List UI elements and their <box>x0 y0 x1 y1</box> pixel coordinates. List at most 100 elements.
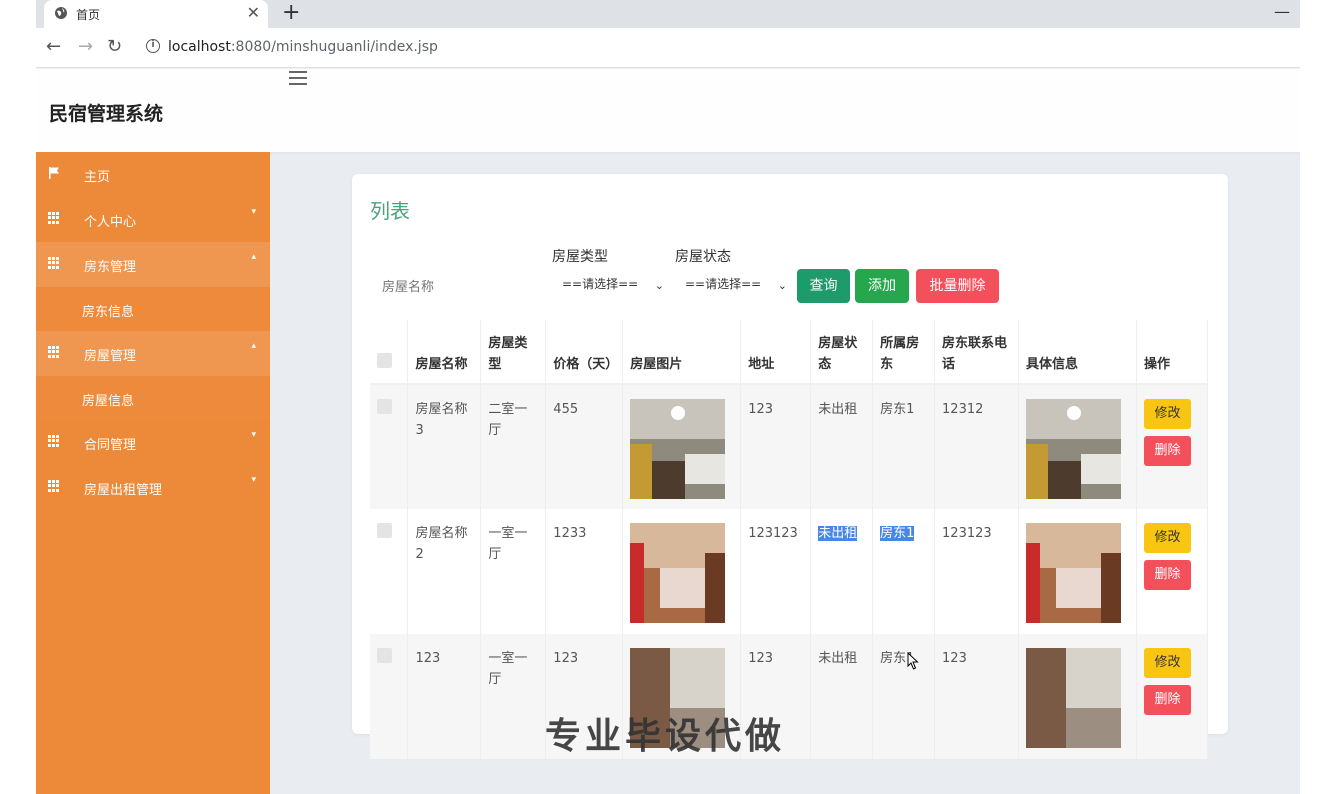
sidebar-item-label: 合同管理 <box>84 438 137 453</box>
selected-text: 未出租 <box>818 526 858 541</box>
close-icon[interactable]: ✕ <box>247 3 260 22</box>
grid-icon <box>48 435 60 447</box>
house-table: 房屋名称 房屋类型 价格（天） 房屋图片 地址 房屋状态 所属房东 房东联系电话… <box>370 320 1209 759</box>
cell-price: 455 <box>545 384 624 509</box>
browser-tab[interactable]: 首页 ✕ <box>44 0 268 28</box>
house-type-label: 房屋类型 <box>552 249 608 265</box>
cell-actions: 修改 删除 <box>1136 509 1209 634</box>
house-status-select[interactable]: ==请选择== ⌄ <box>685 275 789 303</box>
header-status: 房屋状态 <box>810 320 874 384</box>
url-host: localhost <box>168 39 231 55</box>
sidebar-item-house[interactable]: 房屋管理 ▴ <box>36 331 270 376</box>
cell-type: 一室一厅 <box>480 634 547 759</box>
cell-address: 123123 <box>740 509 812 634</box>
edit-button[interactable]: 修改 <box>1143 648 1191 678</box>
row-checkbox[interactable] <box>377 648 392 663</box>
header-price: 价格（天） <box>545 320 624 384</box>
sidebar-item-contract[interactable]: 合同管理 ▾ <box>36 420 270 465</box>
cell-phone: 123 <box>934 634 1019 759</box>
cell-status: 未出租 <box>810 384 874 509</box>
tab-title: 首页 <box>76 8 101 22</box>
sidebar-item-label: 主页 <box>84 170 111 185</box>
house-name-search-input[interactable] <box>382 274 542 300</box>
header-phone: 房东联系电话 <box>934 320 1019 384</box>
chevron-down-icon: ▾ <box>251 475 256 485</box>
chevron-down-icon: ▾ <box>251 430 256 440</box>
sidebar-subitem-house-info[interactable]: 房屋信息 <box>36 376 270 420</box>
cell-phone: 12312 <box>934 384 1019 509</box>
sidebar-item-profile[interactable]: 个人中心 ▾ <box>36 197 270 242</box>
house-photo <box>630 523 726 623</box>
house-photo <box>1025 523 1121 623</box>
header-type: 房屋类型 <box>480 320 547 384</box>
url-path: :8080/minshuguanli/index.jsp <box>230 39 438 55</box>
app-brand: 民宿管理系统 <box>49 103 164 125</box>
selected-text: 房东1 <box>880 526 915 541</box>
sidebar-item-home[interactable]: 主页 <box>36 152 270 197</box>
sidebar-item-label: 房东管理 <box>84 260 137 275</box>
row-checkbox[interactable] <box>377 523 392 538</box>
panel-title: 列表 <box>370 199 410 223</box>
add-button[interactable]: 添加 <box>855 269 909 303</box>
back-arrow-icon[interactable]: ← <box>46 37 61 57</box>
house-status-label: 房屋状态 <box>675 249 731 265</box>
chevron-up-icon: ▴ <box>251 341 256 351</box>
watermark-text: 专业毕设代做 <box>545 716 786 757</box>
cell-name: 房屋名称2 <box>407 509 482 634</box>
header-name: 房屋名称 <box>407 320 482 384</box>
house-photo <box>1025 399 1121 499</box>
chevron-down-icon: ⌄ <box>777 279 787 292</box>
table-row: 房屋名称2 一室一厅 1233 123123 未出租 房东1 123123 修改… <box>370 509 1209 634</box>
cell-name: 房屋名称3 <box>407 384 482 509</box>
list-panel: 列表 房屋类型 ==请选择== ⌄ 房屋状态 ==请选择== ⌄ 查询 添加 批… <box>352 174 1228 759</box>
sidebar-item-label: 个人中心 <box>84 215 137 230</box>
house-type-select[interactable]: ==请选择== ⌄ <box>562 275 666 303</box>
globe-icon <box>55 7 67 19</box>
sidebar-item-rental[interactable]: 房屋出租管理 ▾ <box>36 465 270 510</box>
sidebar-item-label: 房屋管理 <box>84 349 137 364</box>
sidebar-item-landlord[interactable]: 房东管理 ▴ <box>36 242 270 287</box>
cell-actions: 修改 删除 <box>1136 384 1209 509</box>
cell-price: 1233 <box>545 509 624 634</box>
app-header: 民宿管理系统 <box>36 69 1300 152</box>
house-type-select-value: ==请选择== <box>562 277 639 291</box>
header-detail: 具体信息 <box>1018 320 1137 384</box>
cell-status: 未出租 <box>810 634 874 759</box>
edit-button[interactable]: 修改 <box>1143 399 1191 429</box>
header-image: 房屋图片 <box>622 320 742 384</box>
chevron-up-icon: ▴ <box>251 252 256 262</box>
cell-actions: 修改 删除 <box>1136 634 1209 759</box>
forward-arrow-icon[interactable]: → <box>78 37 93 57</box>
batch-delete-button[interactable]: 批量删除 <box>916 269 999 303</box>
delete-button[interactable]: 删除 <box>1143 685 1191 715</box>
sidebar-subitem-landlord-info[interactable]: 房东信息 <box>36 287 270 331</box>
cell-detail <box>1018 509 1137 634</box>
url-field[interactable]: localhost:8080/minshuguanli/index.jsp <box>168 39 438 55</box>
cell-owner: 房东1 <box>872 384 936 509</box>
select-all-checkbox[interactable] <box>377 353 392 368</box>
table-header-row: 房屋名称 房屋类型 价格（天） 房屋图片 地址 房屋状态 所属房东 房东联系电话… <box>370 320 1209 384</box>
cell-status: 未出租 <box>810 509 874 634</box>
table-row: 房屋名称3 二室一厅 455 123 未出租 房东1 12312 修改 删除 <box>370 384 1209 509</box>
delete-button[interactable]: 删除 <box>1143 436 1191 466</box>
sidebar-item-label: 房屋信息 <box>82 394 135 409</box>
right-margin <box>1300 0 1336 794</box>
query-button[interactable]: 查询 <box>797 269 850 303</box>
row-checkbox[interactable] <box>377 399 392 414</box>
info-icon[interactable]: i <box>146 39 160 53</box>
edit-button[interactable]: 修改 <box>1143 523 1191 553</box>
tab-strip: 首页 ✕ + — <box>36 0 1300 28</box>
reload-icon[interactable]: ↻ <box>107 37 122 57</box>
house-photo <box>1025 648 1121 748</box>
mouse-cursor-icon <box>907 652 919 670</box>
table-row: 123 一室一厅 123 123 未出租 房东1 123 修改 删除 <box>370 634 1209 759</box>
grid-icon <box>48 212 60 224</box>
minimize-button[interactable]: — <box>1274 2 1290 21</box>
header-actions: 操作 <box>1136 320 1209 384</box>
header-address: 地址 <box>740 320 812 384</box>
cell-type: 二室一厅 <box>480 384 547 509</box>
new-tab-button[interactable]: + <box>282 1 300 25</box>
delete-button[interactable]: 删除 <box>1143 560 1191 590</box>
chevron-down-icon: ⌄ <box>654 279 664 292</box>
hamburger-menu-icon[interactable] <box>289 71 307 89</box>
